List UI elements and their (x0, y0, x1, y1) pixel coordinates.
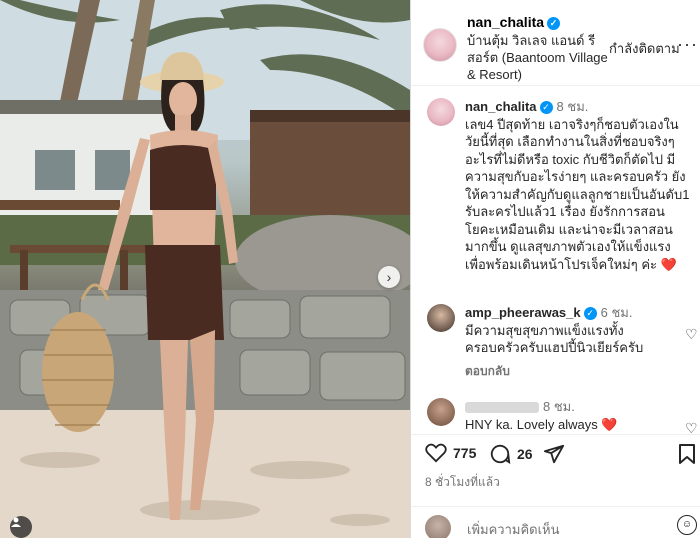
commenter-username-blurred[interactable] (465, 402, 539, 414)
user-tag-icon (11, 517, 21, 527)
author-avatar[interactable] (423, 28, 457, 62)
comment-time: 6 ชม. (600, 305, 633, 320)
reply-button[interactable]: ตอบกลับ (465, 364, 510, 378)
heart-icon[interactable]: ♡ (685, 326, 698, 343)
like-count[interactable]: 775 (453, 445, 476, 461)
share-icon[interactable] (543, 443, 565, 465)
verified-icon: ✓ (539, 101, 553, 115)
emoji-icon[interactable]: ☺ (677, 515, 697, 535)
next-image-button[interactable]: › (378, 266, 400, 288)
commenter-username[interactable]: nan_chalita (465, 99, 537, 114)
post-side-panel: nan_chalita ✓ บ้านตุ้ม วิลเลจ แอนด์ รีสอร… (410, 0, 700, 538)
author-username[interactable]: nan_chalita (467, 14, 544, 30)
user-tag-button[interactable] (10, 516, 32, 538)
add-comment-bar: เพิ่มความคิดเห็น ☺ (411, 506, 700, 538)
comment-text: HNY ka. Lovely always ❤️ (465, 416, 618, 432)
posted-time[interactable]: 8 ชั่วโมงที่แล้ว (425, 473, 500, 492)
following-button[interactable]: กำลังติดตาม (609, 38, 680, 59)
heart-icon[interactable] (425, 443, 447, 463)
comment-text: มีความสุขสุขภาพแข็งแรงทั้งครอบครัวครับแฮ… (465, 322, 644, 356)
comment-count[interactable]: 26 (517, 446, 533, 462)
commenter-username[interactable]: amp_pheerawas_k (465, 305, 581, 320)
verified-icon: ✓ (547, 16, 561, 30)
comments-list[interactable]: nan_chalita ✓ 8 ชม. เลข4 ปีสุดท้าย เอาจริง… (411, 86, 700, 434)
heart-icon[interactable]: ♡ (685, 420, 698, 434)
verified-icon: ✓ (583, 307, 597, 321)
save-icon[interactable] (677, 443, 697, 465)
more-icon[interactable]: ··· (677, 34, 698, 55)
post-actions: 775 26 8 ชั่วโมงที่แล้ว (411, 434, 700, 498)
post-photo[interactable]: › (0, 0, 410, 538)
commenter-avatar[interactable] (427, 398, 455, 426)
add-comment-input[interactable]: เพิ่มความคิดเห็น (467, 519, 560, 538)
chevron-right-icon: › (386, 269, 392, 285)
post-location[interactable]: บ้านตุ้ม วิลเลจ แอนด์ รีสอร์ต (Baantoom … (467, 32, 619, 83)
comment-icon[interactable] (489, 443, 511, 465)
comment-time: 8 ชม. (556, 99, 589, 114)
commenter-avatar[interactable] (427, 98, 455, 126)
viewer-avatar (425, 515, 451, 538)
commenter-avatar[interactable] (427, 304, 455, 332)
post-header: nan_chalita ✓ บ้านตุ้ม วิลเลจ แอนด์ รีสอร… (411, 0, 700, 86)
comment-text: เลข4 ปีสุดท้าย เอาจริงๆก็ชอบตัวเองในวัยน… (465, 116, 690, 272)
comment-time: 8 ชม. (543, 399, 575, 414)
photo-illustration (0, 0, 410, 538)
